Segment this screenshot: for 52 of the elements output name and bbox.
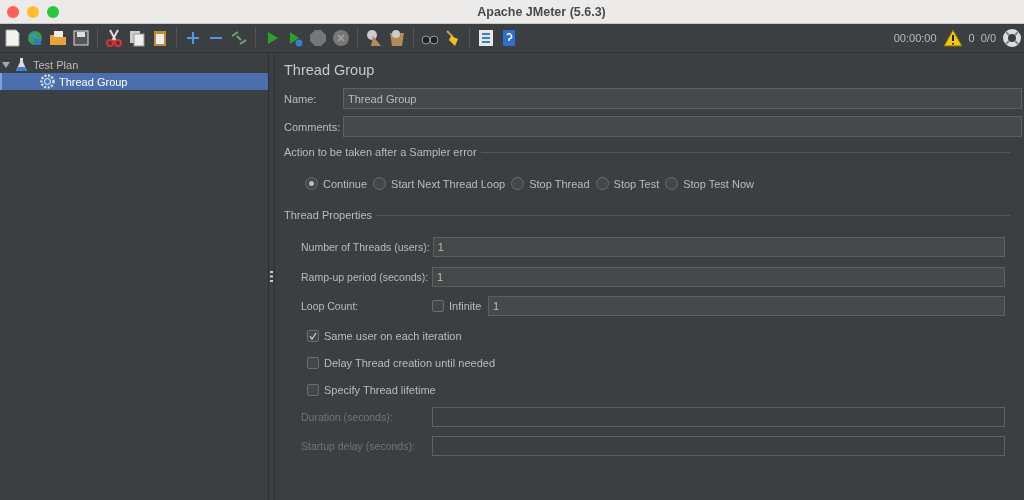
field-label: Ramp-up period (seconds): — [301, 270, 430, 283]
radio-button[interactable] — [305, 177, 318, 190]
tree-item[interactable]: Thread Group — [0, 73, 268, 90]
field-label: Comments: — [283, 120, 342, 133]
checkbox-label[interactable]: Same user on each iteration — [324, 329, 462, 342]
window-title: Apache JMeter (5.6.3) — [476, 4, 607, 19]
scissors-icon[interactable] — [104, 28, 124, 48]
checkbox-label[interactable]: Infinite — [449, 300, 482, 312]
panel-title: Thread Group — [284, 62, 376, 78]
name-field[interactable]: Thread Group — [343, 88, 1022, 109]
warning-icon[interactable] — [942, 28, 963, 48]
option-label[interactable]: Start Next Thread Loop — [391, 177, 506, 190]
field-label: Loop Count: — [301, 300, 360, 312]
new-document-icon[interactable] — [2, 28, 22, 48]
tree-item[interactable]: Test Plan — [0, 56, 268, 73]
gear-icon — [40, 74, 55, 89]
checkbox[interactable] — [307, 383, 319, 396]
life-ring-icon[interactable] — [1002, 28, 1022, 48]
close-button[interactable] — [7, 5, 19, 18]
copy-icon[interactable] — [127, 28, 147, 48]
field-label: Number of Threads (users): — [301, 241, 431, 253]
option-label[interactable]: Stop Test Now — [683, 177, 754, 190]
field-label: Name: — [283, 92, 318, 105]
elapsed-time: 00:00:00 — [893, 32, 937, 44]
stop-sign-icon[interactable] — [308, 28, 328, 48]
radio-button[interactable] — [595, 177, 609, 190]
option-label[interactable]: Stop Test — [613, 177, 660, 190]
number-field[interactable]: 1 — [432, 266, 1005, 287]
folder-icon[interactable] — [48, 28, 68, 48]
comments-field[interactable] — [343, 116, 1022, 137]
number-field[interactable]: 1 — [432, 237, 1005, 257]
checkbox[interactable] — [432, 300, 444, 312]
number-field[interactable]: 1 — [488, 296, 1005, 316]
checkbox[interactable] — [307, 329, 319, 342]
list-icon[interactable] — [476, 28, 496, 48]
section-title: Thread Properties — [283, 209, 373, 221]
option-label[interactable]: Continue — [323, 177, 368, 190]
checkbox[interactable] — [307, 356, 319, 369]
stop-circle-icon[interactable] — [331, 28, 351, 48]
radio-button[interactable] — [665, 177, 679, 190]
radio-button[interactable] — [373, 177, 387, 190]
section-title: Action to be taken after a Sampler error — [283, 146, 477, 158]
expanded-arrow-icon[interactable] — [2, 60, 10, 69]
flask-icon — [14, 57, 29, 72]
grip-icon[interactable] — [270, 271, 273, 282]
option-label[interactable]: Stop Thread — [529, 177, 590, 190]
checkbox-label[interactable]: Specify Thread lifetime — [324, 383, 436, 396]
thread-count: 0/0 — [980, 32, 996, 44]
error-count: 0 — [968, 32, 975, 44]
radio-button[interactable] — [511, 177, 525, 190]
floppy-icon[interactable] — [71, 28, 91, 48]
checkbox-label[interactable]: Delay Thread creation until needed — [324, 356, 496, 369]
